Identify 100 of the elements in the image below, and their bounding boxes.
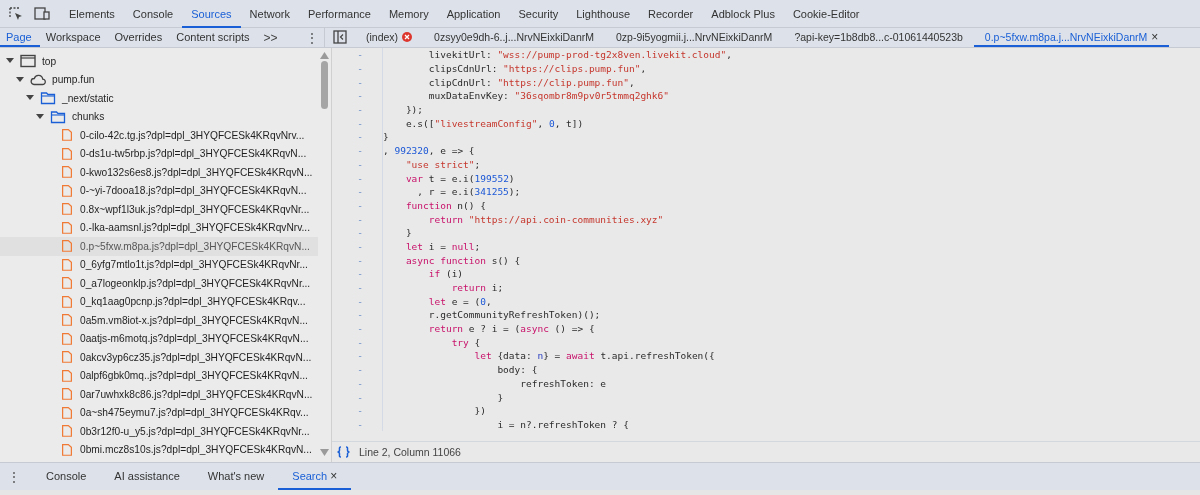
code-line: try { [450,336,481,348]
file-icon [60,201,74,218]
file-icon [60,386,74,403]
drawer-tab[interactable]: What's new [193,463,279,490]
file-tab[interactable]: 0zsyy0e9dh-6..j...NrvNEixkiDanrM [423,28,605,47]
panel-tab[interactable]: Security [509,0,568,28]
device-icon[interactable] [34,5,50,22]
code-line: body: { [496,364,538,376]
tree-item[interactable]: 0.8x~wpf1l3uk.js?dpl=dpl_3HYQFCESk4KRqvNr... [0,200,318,219]
navigator-tab[interactable]: Workspace [39,28,109,47]
navigator-tab[interactable]: Overrides [108,28,171,47]
tree-item[interactable]: 0akcv3yp6cz35.js?dpl=dpl_3HYQFCESk4KRqvN... [0,348,318,367]
code-line: let i = null; [404,240,481,252]
file-icon [60,423,74,440]
folder-icon [40,91,56,106]
code-line: e.s(["livestreamConfig", 0, t]) [404,117,584,129]
file-tab[interactable]: ?api-key=1b8db8...c-01061440523b [783,28,974,47]
drawer-tab[interactable]: AI assistance [100,463,194,490]
file-icon [60,164,74,181]
file-tab[interactable]: 0zp-9i5yogmii.j...NrvNEixkiDanrM [605,28,784,47]
close-icon[interactable]: × [1151,29,1159,44]
tree-item[interactable]: chunks [0,107,318,126]
file-icon [60,293,74,310]
expand-arrow-icon[interactable] [26,95,34,102]
code-line: if (i) [427,268,464,280]
tree-item[interactable]: 0a~sh475eymu7.js?dpl=dpl_3HYQFCESk4KRqv... [0,403,318,422]
drawer-tab[interactable]: Search × [278,463,352,490]
tree-item[interactable]: 0-kwo132s6es8.js?dpl=dpl_3HYQFCESk4KRqvN... [0,163,318,182]
code-line: return "https://api.coin-communities.xyz" [427,213,664,225]
file-icon [60,127,74,144]
expand-arrow-icon[interactable] [6,58,14,65]
panel-tab[interactable]: Performance [298,0,380,28]
panel-tab[interactable]: Application [437,0,510,28]
tree-item[interactable]: 0-~yi-7dooa18.js?dpl=dpl_3HYQFCESk4KRqvN... [0,181,318,200]
panel-tab[interactable]: Lighthouse [567,0,640,28]
code-line: clipCdnUrl: "https://clip.pump.fun", [427,76,635,88]
tree-item[interactable]: 0alpf6gbk0mq..js?dpl=dpl_3HYQFCESk4KRqvN... [0,366,318,385]
frame-icon [20,54,36,69]
code-line: }) [473,405,486,417]
close-icon[interactable]: × [330,468,338,483]
panel-tab[interactable]: Elements [60,0,124,28]
inspect-icon[interactable] [8,5,24,22]
tree-item[interactable]: 0_kq1aag0pcnp.js?dpl=dpl_3HYQFCESk4KRqv... [0,292,318,311]
tree-item[interactable]: 0b3r12f0-u_y5.js?dpl=dpl_3HYQFCESk4KRqvNr... [0,422,318,441]
drawer-menu-button[interactable]: ⋮ [0,463,32,490]
code-line: refreshToken: e [519,377,607,389]
navigator-tab[interactable]: Content scripts [170,28,258,47]
drawer-tab[interactable]: Console [32,463,101,490]
code-line: }); [404,104,424,116]
expand-arrow-icon[interactable] [16,76,24,83]
tree-item[interactable]: pump.fun [0,70,318,89]
code-line: livekitUrl: "wss://pump-prod-tg2x8ven.livekit.cloud", [427,49,732,61]
tree-item[interactable]: 0ar7uwhxk8c86.js?dpl=dpl_3HYQFCESk4KRqvN... [0,385,318,404]
code-line: } [404,227,412,239]
tree-item[interactable]: 0bmi.mcz8s10s.js?dpl=dpl_3HYQFCESk4KRqvN... [0,440,318,459]
pretty-print-icon[interactable] [336,446,351,458]
tree-item[interactable]: 0a5m.vm8iot-x.js?dpl=dpl_3HYQFCESk4KRqvN... [0,311,318,330]
panel-tab[interactable]: Recorder [639,0,703,28]
code-line: } [496,391,504,403]
expand-arrow-icon[interactable] [36,113,44,120]
code-line: , r = e.i(341255); [416,186,521,198]
file-icon [60,349,74,366]
file-icon [60,219,74,236]
panel-tab[interactable]: Network [240,0,299,28]
code-line: "use strict"; [404,158,481,170]
tree-item[interactable]: top [0,52,318,71]
panel-tab[interactable]: Memory [379,0,438,28]
code-line: function n() { [404,199,486,211]
tree-item[interactable]: 0aatjs-m6motq.js?dpl=dpl_3HYQFCESk4KRqvN... [0,329,318,348]
tree-item[interactable]: 0_a7logeonklp.js?dpl=dpl_3HYQFCESk4KRqvNr... [0,274,318,293]
tree-item[interactable]: 0-ds1u-tw5rbp.js?dpl=dpl_3HYQFCESk4KRqvN... [0,144,318,163]
menu-button[interactable]: ⋮ [300,28,324,47]
file-icon [60,330,74,347]
panel-tab[interactable]: Adblock Plus [702,0,784,28]
code-line: i = n?.refreshToken ? { [496,418,629,430]
tree-item[interactable]: 0-cilo-42c.tg.js?dpl=dpl_3HYQFCESk4KRqvNrv... [0,126,318,145]
code-line: return i; [450,282,504,294]
more-tabs-button[interactable]: >> [257,28,284,47]
file-icon [60,404,74,421]
file-icon [60,145,74,162]
tree-item[interactable]: 0.-lka-aamsnl.js?dpl=dpl_3HYQFCESk4KRqvNrv... [0,218,318,237]
file-icon [60,182,74,199]
tree-item[interactable]: _next/static [0,89,318,108]
cursor-position: Line 2, Column 11066 [359,446,461,458]
code-line: } [383,131,389,143]
folder-icon [50,109,66,124]
file-tab[interactable]: (index) [355,28,424,47]
panel-tab[interactable]: Cookie-Editor [783,0,869,28]
file-icon [60,238,74,255]
scrollbar-thumb[interactable] [321,61,328,109]
cloud-icon [30,72,46,87]
sidebar-toggle-icon[interactable] [333,30,347,44]
code-line: let e = (0, [427,295,492,307]
code-line: return e ? i = (async () => { [427,323,595,335]
file-icon [60,441,74,458]
panel-tab[interactable]: Console [123,0,183,28]
file-icon [60,275,74,292]
tree-item[interactable]: 0_6yfg7mtlo1t.js?dpl=dpl_3HYQFCESk4KRqvNr... [0,255,318,274]
tree-item[interactable]: 0.p~5fxw.m8pa.js?dpl=dpl_3HYQFCESk4KRqvN... [0,237,318,256]
code-line: var t = e.i(199552) [404,172,515,184]
